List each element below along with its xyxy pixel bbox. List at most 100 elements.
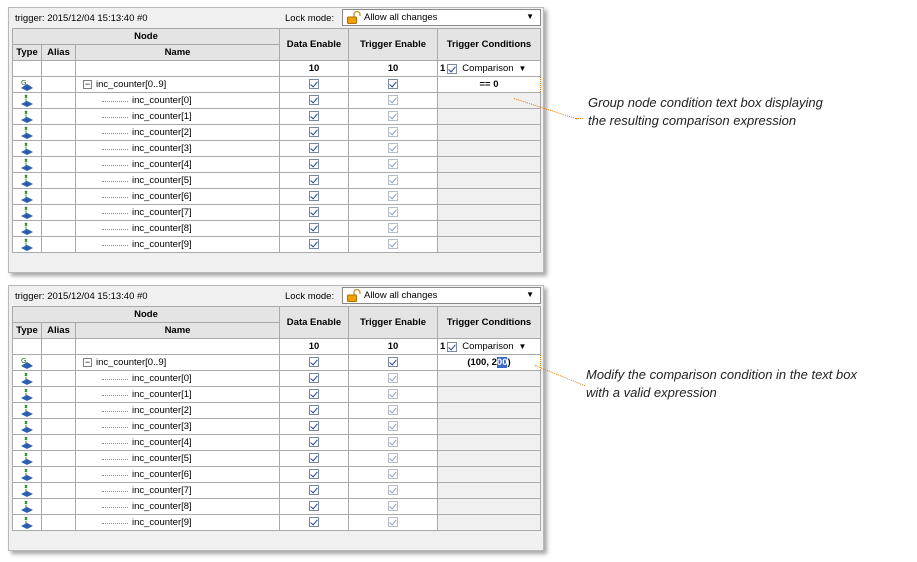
trigger-enable-checkbox[interactable]	[388, 191, 398, 202]
leaf-name-cell[interactable]: inc_counter[4]	[75, 156, 280, 173]
data-enable-header[interactable]: Data Enable	[279, 306, 349, 339]
trigger-enable-checkbox[interactable]	[388, 517, 398, 528]
alias-cell[interactable]	[41, 450, 76, 467]
data-enable-checkbox[interactable]	[309, 469, 319, 480]
data-enable-checkbox[interactable]	[309, 79, 319, 90]
leaf-name-cell[interactable]: inc_counter[2]	[75, 402, 280, 419]
leaf-name-cell[interactable]: inc_counter[4]	[75, 434, 280, 451]
leaf-row[interactable]: inc_counter[0]	[12, 370, 541, 387]
leaf-name-cell[interactable]: inc_counter[2]	[75, 124, 280, 141]
trigger-enable-checkbox[interactable]	[388, 405, 398, 416]
trigger-enable-checkbox[interactable]	[388, 453, 398, 464]
data-enable-checkbox[interactable]	[309, 175, 319, 186]
alias-cell[interactable]	[41, 370, 76, 387]
leaf-name-cell[interactable]: inc_counter[7]	[75, 482, 280, 499]
leaf-name-cell[interactable]: inc_counter[3]	[75, 140, 280, 157]
alias-cell[interactable]	[41, 236, 76, 253]
leaf-row[interactable]: inc_counter[9]	[12, 236, 541, 253]
data-enable-checkbox[interactable]	[309, 95, 319, 106]
comparison-dropdown[interactable]: Comparison	[459, 63, 516, 74]
group-name-cell[interactable]: − inc_counter[0..9]	[75, 354, 280, 371]
trigger-enable-checkbox[interactable]	[388, 95, 398, 106]
comparison-checkbox[interactable]	[447, 63, 458, 74]
alias-cell[interactable]	[41, 434, 76, 451]
leaf-row[interactable]: inc_counter[5]	[12, 172, 541, 189]
alias-cell[interactable]	[41, 92, 76, 109]
trigger-enable-checkbox[interactable]	[388, 127, 398, 138]
data-enable-checkbox[interactable]	[309, 437, 319, 448]
lock-mode-dropdown[interactable]: Allow all changes ▼	[342, 287, 541, 304]
leaf-row[interactable]: inc_counter[7]	[12, 482, 541, 499]
alias-cell[interactable]	[41, 156, 76, 173]
leaf-row[interactable]: inc_counter[2]	[12, 124, 541, 141]
data-enable-header[interactable]: Data Enable	[279, 28, 349, 61]
alias-cell[interactable]	[41, 386, 76, 403]
alias-cell[interactable]	[41, 220, 76, 237]
group-name-cell[interactable]: − inc_counter[0..9]	[75, 76, 280, 93]
alias-cell[interactable]	[41, 514, 76, 531]
trigger-enable-checkbox[interactable]	[388, 79, 398, 90]
trigger-conditions-header[interactable]: Trigger Conditions	[437, 306, 541, 339]
leaf-row[interactable]: inc_counter[8]	[12, 498, 541, 515]
group-row[interactable]: G − inc_counter[0..9] (100, 200)	[12, 354, 541, 371]
leaf-name-cell[interactable]: inc_counter[1]	[75, 108, 280, 125]
comparison-checkbox[interactable]	[447, 341, 458, 352]
alias-cell[interactable]	[41, 76, 76, 93]
data-enable-checkbox[interactable]	[309, 111, 319, 122]
data-enable-checkbox[interactable]	[309, 389, 319, 400]
leaf-name-cell[interactable]: inc_counter[0]	[75, 92, 280, 109]
alias-cell[interactable]	[41, 204, 76, 221]
trigger-enable-checkbox[interactable]	[388, 501, 398, 512]
trigger-enable-checkbox[interactable]	[388, 485, 398, 496]
leaf-name-cell[interactable]: inc_counter[9]	[75, 514, 280, 531]
leaf-row[interactable]: inc_counter[3]	[12, 140, 541, 157]
leaf-name-cell[interactable]: inc_counter[5]	[75, 172, 280, 189]
lock-mode-dropdown[interactable]: Allow all changes ▼	[342, 9, 541, 26]
leaf-row[interactable]: inc_counter[1]	[12, 108, 541, 125]
trigger-enable-checkbox[interactable]	[388, 239, 398, 250]
leaf-row[interactable]: inc_counter[4]	[12, 156, 541, 173]
trigger-enable-header[interactable]: Trigger Enable	[348, 28, 438, 61]
leaf-name-cell[interactable]: inc_counter[3]	[75, 418, 280, 435]
leaf-row[interactable]: inc_counter[3]	[12, 418, 541, 435]
leaf-name-cell[interactable]: inc_counter[8]	[75, 498, 280, 515]
trigger-enable-checkbox[interactable]	[388, 357, 398, 368]
data-enable-checkbox[interactable]	[309, 357, 319, 368]
alias-cell[interactable]	[41, 188, 76, 205]
data-enable-checkbox[interactable]	[309, 405, 319, 416]
trigger-enable-checkbox[interactable]	[388, 421, 398, 432]
leaf-row[interactable]: inc_counter[5]	[12, 450, 541, 467]
leaf-row[interactable]: inc_counter[2]	[12, 402, 541, 419]
leaf-row[interactable]: inc_counter[8]	[12, 220, 541, 237]
data-enable-checkbox[interactable]	[309, 501, 319, 512]
collapse-icon[interactable]: −	[83, 358, 92, 367]
data-enable-checkbox[interactable]	[309, 127, 319, 138]
group-row[interactable]: G − inc_counter[0..9] == 0	[12, 76, 541, 93]
leaf-name-cell[interactable]: inc_counter[0]	[75, 370, 280, 387]
trigger-enable-checkbox[interactable]	[388, 207, 398, 218]
trigger-conditions-header[interactable]: Trigger Conditions	[437, 28, 541, 61]
data-enable-checkbox[interactable]	[309, 191, 319, 202]
data-enable-checkbox[interactable]	[309, 421, 319, 432]
leaf-row[interactable]: inc_counter[6]	[12, 188, 541, 205]
trigger-enable-checkbox[interactable]	[388, 175, 398, 186]
leaf-name-cell[interactable]: inc_counter[5]	[75, 450, 280, 467]
leaf-name-cell[interactable]: inc_counter[6]	[75, 466, 280, 483]
leaf-row[interactable]: inc_counter[1]	[12, 386, 541, 403]
alias-cell[interactable]	[41, 354, 76, 371]
alias-cell[interactable]	[41, 108, 76, 125]
leaf-name-cell[interactable]: inc_counter[1]	[75, 386, 280, 403]
data-enable-checkbox[interactable]	[309, 143, 319, 154]
alias-cell[interactable]	[41, 172, 76, 189]
alias-cell[interactable]	[41, 466, 76, 483]
alias-cell[interactable]	[41, 140, 76, 157]
data-enable-checkbox[interactable]	[309, 207, 319, 218]
alias-cell[interactable]	[41, 124, 76, 141]
trigger-enable-checkbox[interactable]	[388, 373, 398, 384]
leaf-row[interactable]: inc_counter[7]	[12, 204, 541, 221]
data-enable-checkbox[interactable]	[309, 159, 319, 170]
trigger-enable-checkbox[interactable]	[388, 389, 398, 400]
leaf-row[interactable]: inc_counter[6]	[12, 466, 541, 483]
data-enable-checkbox[interactable]	[309, 453, 319, 464]
leaf-name-cell[interactable]: inc_counter[9]	[75, 236, 280, 253]
